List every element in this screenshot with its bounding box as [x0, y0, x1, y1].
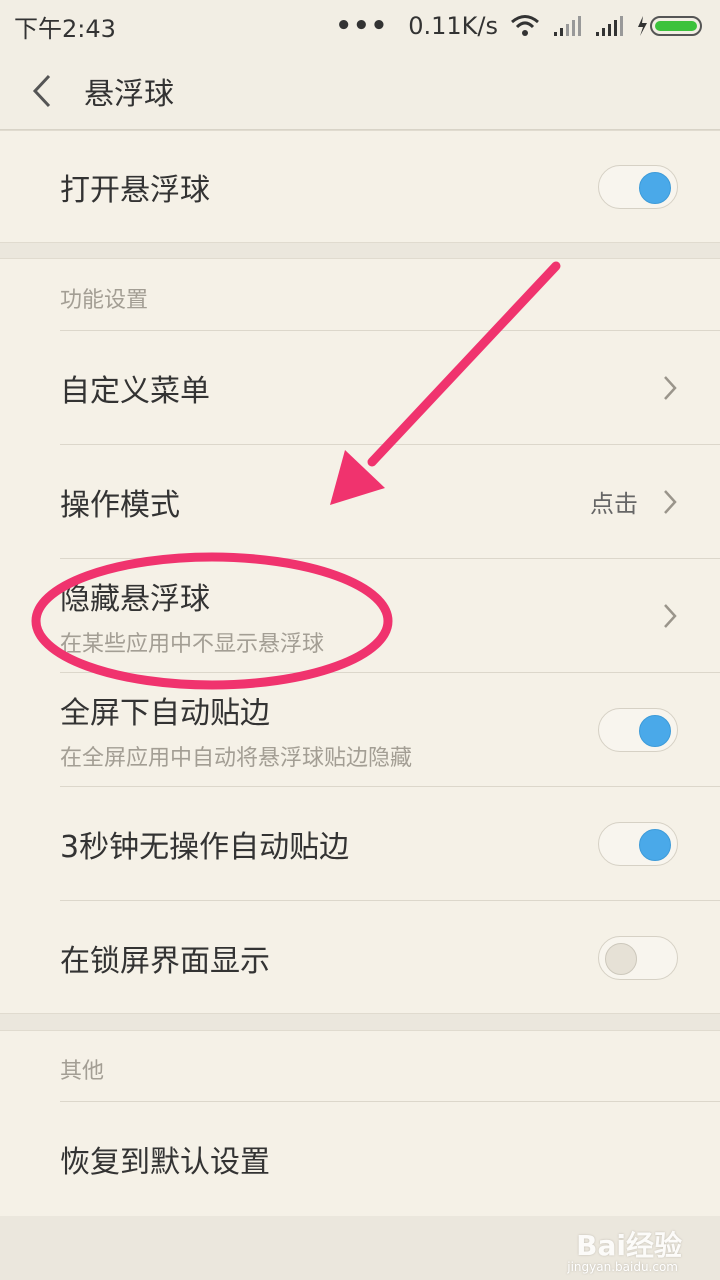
hide-ball-row[interactable]: 隐藏悬浮球 在某些应用中不显示悬浮球	[0, 559, 720, 672]
custom-menu-label: 自定义菜单	[60, 373, 210, 409]
status-time: 下午2:43	[14, 14, 116, 43]
wifi-icon	[511, 15, 539, 36]
operation-mode-label: 操作模式	[60, 487, 180, 523]
fullscreen-edge-row[interactable]: 全屏下自动贴边 在全屏应用中自动将悬浮球贴边隐藏	[0, 673, 720, 786]
title-bar: 悬浮球	[0, 52, 720, 130]
operation-mode-row[interactable]: 操作模式 点击	[0, 445, 720, 558]
restore-default-row[interactable]: 恢复到默认设置	[0, 1102, 720, 1216]
restore-default-label: 恢复到默认设置	[60, 1145, 270, 1180]
signal-icon	[554, 16, 581, 36]
main-toggle-switch[interactable]	[598, 164, 678, 209]
idle-edge-switch[interactable]	[598, 821, 678, 866]
main-toggle-label: 打开悬浮球	[60, 172, 210, 208]
fullscreen-edge-switch[interactable]	[598, 707, 678, 752]
status-right: ••• 0.11K/s	[335, 11, 706, 41]
lockscreen-switch[interactable]	[598, 935, 678, 980]
hide-ball-subtitle: 在某些应用中不显示悬浮球	[60, 631, 325, 657]
function-section-title: 功能设置	[60, 288, 149, 313]
battery-icon	[638, 16, 702, 36]
lockscreen-row[interactable]: 在锁屏界面显示	[0, 901, 720, 1014]
fullscreen-edge-label: 全屏下自动贴边	[60, 695, 270, 731]
custom-menu-row[interactable]: 自定义菜单	[0, 331, 720, 444]
page-title: 悬浮球	[84, 76, 174, 112]
idle-edge-label: 3秒钟无操作自动贴边	[60, 829, 350, 865]
signal-icon-2	[596, 16, 623, 36]
chevron-right-icon	[664, 375, 677, 400]
lockscreen-label: 在锁屏界面显示	[60, 943, 270, 979]
hide-ball-label: 隐藏悬浮球	[60, 581, 210, 617]
watermark-url: jingyan.baidu.com	[567, 1260, 678, 1274]
status-bar: 下午2:43 ••• 0.11K/s	[0, 0, 720, 52]
main-toggle-row[interactable]: 打开悬浮球	[0, 130, 720, 243]
operation-mode-value: 点击	[590, 490, 638, 518]
back-arrow-icon	[32, 74, 51, 107]
network-speed: 0.11K/s	[408, 12, 498, 40]
other-section-title: 其他	[60, 1059, 105, 1084]
watermark-logo: Bai经验	[576, 1229, 682, 1262]
back-button[interactable]	[0, 52, 84, 130]
fullscreen-edge-subtitle: 在全屏应用中自动将悬浮球贴边隐藏	[60, 745, 413, 771]
more-notifications-icon: •••	[335, 11, 389, 41]
chevron-right-icon	[664, 603, 677, 628]
idle-edge-row[interactable]: 3秒钟无操作自动贴边	[0, 787, 720, 900]
chevron-right-icon	[664, 489, 677, 514]
